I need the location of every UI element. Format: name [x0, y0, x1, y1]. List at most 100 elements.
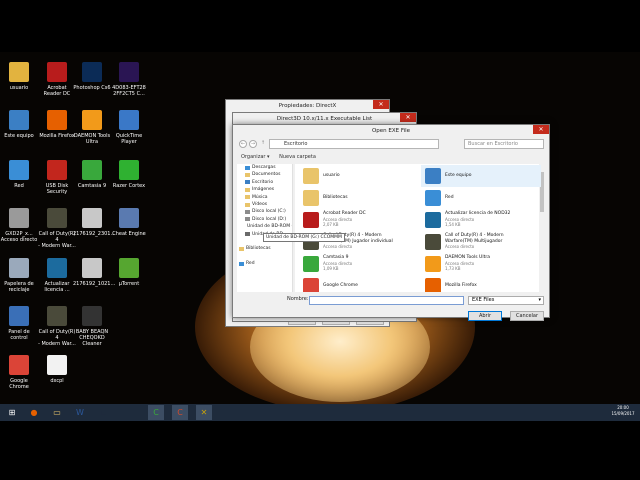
razer-icon [119, 160, 139, 180]
nav-item-label: Vídeos [252, 201, 268, 207]
file-description: Acceso directo [323, 244, 353, 249]
nav-item[interactable]: Documentos [237, 171, 292, 178]
desktop-icon[interactable]: GXD2P_x... Acceso directo [0, 208, 38, 243]
desktop-icon[interactable]: 2176192_2301... [73, 208, 115, 237]
desktop-icon[interactable]: 4D083-EFT28 2FF2CT5 C... [110, 62, 148, 97]
taskbar-explorer-button[interactable]: ▭ [49, 405, 65, 420]
desktop-icon-label: Panel de control [8, 329, 30, 341]
file-tile[interactable]: DAEMON Tools Ultra Acceso directo 1,73 KB [421, 253, 541, 275]
folder-icon [245, 217, 250, 222]
file-tile[interactable]: Red [421, 187, 541, 209]
file-description: Acceso directo 2,07 KB [323, 217, 353, 227]
nav-item[interactable]: Disco local (C:) [237, 208, 292, 215]
file-name: Camtasia 9 [323, 255, 349, 260]
search-input[interactable]: Buscar en Escritorio [464, 139, 544, 149]
file-tile[interactable]: Google Chrome [299, 275, 419, 292]
taskbar: 20:00 15/09/2017 ⊞ ● ▭ W ▪ C C ✕ [0, 404, 640, 421]
file-list[interactable]: usuario Este equipo Bibliotecas Red Acrobat … [295, 164, 545, 292]
desktop-icon[interactable]: USB Disk Security [38, 160, 76, 195]
nav-item[interactable]: Disco local (D:) [237, 216, 292, 223]
taskbar-firefox-button[interactable]: ● [26, 405, 42, 420]
taskbar-camtasia-recorder-button[interactable]: C [172, 405, 188, 420]
desktop-icon[interactable]: dxcpl [38, 355, 76, 384]
forward-arrow-icon[interactable]: → [249, 140, 257, 148]
desktop-icon[interactable]: 2176192_1021... [73, 258, 115, 287]
file-tile[interactable]: Camtasia 9 Acceso directo 1,09 KB [299, 253, 419, 275]
file-name: Bibliotecas [323, 195, 348, 200]
back-arrow-icon[interactable]: ← [239, 140, 247, 148]
desktop-icon[interactable]: Cheat Engine [110, 208, 148, 237]
file-tile[interactable]: Call of Duty(R) 4 - Modern Warfare(TM) M… [421, 231, 541, 253]
desktop-icon[interactable]: Google Chrome [0, 355, 38, 390]
folder-icon [245, 210, 250, 215]
file-tile[interactable]: Este equipo [421, 165, 541, 187]
file-description: Acceso directo 1,54 KB [445, 217, 475, 227]
desktop-icon[interactable]: BABY BEAQN CHEQOKD Cleaner [73, 306, 111, 347]
desktop-icon[interactable]: Red [0, 160, 38, 189]
nav-item[interactable]: Red [237, 260, 292, 267]
up-arrow-icon[interactable]: ↑ [259, 140, 267, 148]
desktop-icon[interactable]: usuario [0, 62, 38, 91]
taskbar-start-button[interactable]: ⊞ [4, 405, 20, 420]
desktop-icon[interactable]: Call of Duty(R) 4 - Modern War... [38, 208, 76, 249]
acrobat-icon [47, 62, 67, 82]
nav-item[interactable]: Unidad de BD-ROM (G:) CCOMMM [237, 223, 292, 230]
new-folder-button[interactable]: Nueva carpeta [279, 154, 316, 160]
system-clock[interactable]: 20:00 15/09/2017 [610, 405, 636, 417]
taskbar-camtasia-button[interactable]: C [148, 405, 164, 420]
nav-item[interactable]: Vídeos [237, 201, 292, 208]
file-tile[interactable]: Actualizar licencia de NOD32 Acceso direc… [421, 209, 541, 231]
desktop-icon-label: Photoshop Cs6 [73, 85, 111, 91]
address-bar[interactable]: Escritorio [269, 139, 439, 149]
filename-input[interactable] [309, 296, 464, 305]
executable-list-close-button[interactable]: ✕ [400, 113, 416, 122]
nav-item[interactable]: Descargas [237, 164, 292, 171]
file-type-select[interactable]: EXE Files ▾ [468, 296, 544, 305]
file-tile[interactable]: Bibliotecas [299, 187, 419, 209]
desktop-icon[interactable]: Photoshop Cs6 [73, 62, 111, 91]
letterbox-top [0, 0, 640, 52]
file-name: Google Chrome [323, 283, 358, 288]
camtasia-recorder-icon: C [177, 408, 183, 417]
desktop-icon-label: Call of Duty(R) 4 - Modern War... [38, 231, 76, 249]
after-effects-icon [119, 62, 139, 82]
desktop-icon[interactable]: µTorrent [110, 258, 148, 287]
folder-icon [245, 173, 250, 178]
desktop-icon[interactable]: Acrobat Reader DC [38, 62, 76, 97]
nav-item[interactable]: Bibliotecas [237, 245, 292, 252]
desktop-icon-label: QuickTime Player [115, 133, 143, 145]
nav-item-label: Música [252, 194, 268, 200]
properties-close-button[interactable]: ✕ [373, 100, 389, 109]
nav-item[interactable]: Imágenes [237, 186, 292, 193]
desktop-icon[interactable]: DAEMON Tools Ultra [73, 110, 111, 145]
file-name: DAEMON Tools Ultra [445, 255, 490, 260]
nav-item-label: Bibliotecas [246, 246, 271, 252]
dialog-close-button[interactable]: ✕ [533, 125, 549, 134]
open-button[interactable]: Abrir [468, 311, 502, 321]
taskbar-word-button[interactable]: W [72, 405, 88, 420]
desktop-icon[interactable]: Actualizar licencia ... [38, 258, 76, 293]
cod-icon [47, 208, 67, 228]
file-tile[interactable]: Acrobat Reader DC Acceso directo 2,07 KB [299, 209, 419, 231]
taskbar-unknown-button[interactable]: ▪ [96, 405, 112, 420]
desktop-icon[interactable]: Camtasia 9 [73, 160, 111, 189]
desktop-icon[interactable]: Call of Duty(R) 4 - Modern War... [38, 306, 76, 347]
network-icon [425, 190, 441, 206]
cancel-button[interactable]: Cancelar [510, 311, 544, 321]
tool-icon [9, 208, 29, 228]
file-tile[interactable]: usuario [299, 165, 419, 187]
nav-item-label: Escritorio [252, 179, 274, 185]
desktop-icon[interactable]: Papelera de reciclaje [0, 258, 38, 293]
desktop-icon[interactable]: Panel de control [0, 306, 38, 341]
nav-item[interactable]: Música [237, 194, 292, 201]
desktop-icon[interactable]: Razer Cortex [110, 160, 148, 189]
taskbar-dxcpl-button[interactable]: ✕ [196, 405, 212, 420]
desktop-icon[interactable]: Mozilla Firefox [38, 110, 76, 139]
organize-button[interactable]: Organizar ▾ [241, 154, 270, 160]
file-tile[interactable]: Mozilla Firefox [421, 275, 541, 292]
desktop-icon[interactable]: Este equipo [0, 110, 38, 139]
desktop-icon[interactable]: QuickTime Player [110, 110, 148, 145]
navigation-pane[interactable]: Descargas Documentos Escritorio Imágenes Mús… [237, 164, 293, 292]
nav-item[interactable]: Escritorio [237, 179, 292, 186]
desktop-icon-label: DAEMON Tools Ultra [73, 133, 111, 145]
